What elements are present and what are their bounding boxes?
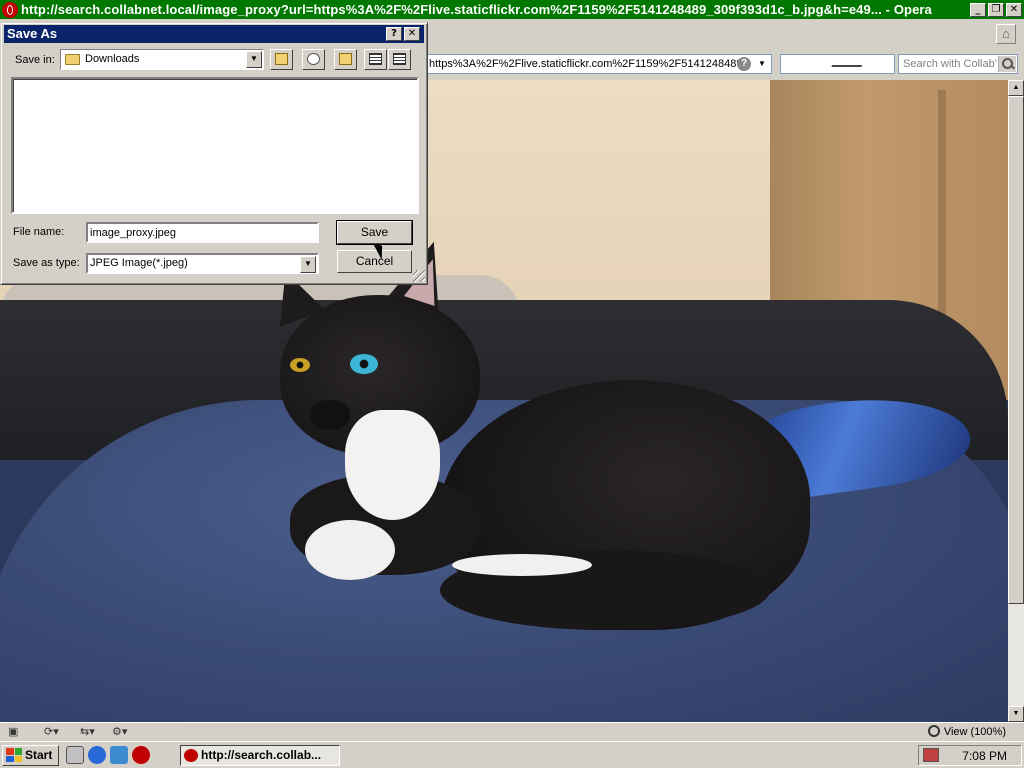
status-bar: ▣ ⟳▾ ⇆▾ ⚙▾ View (100%) (0, 722, 1024, 741)
file-list[interactable] (11, 77, 419, 214)
chevron-down-icon[interactable]: ▼ (246, 51, 262, 68)
window-caption-buttons: _ ❐ ✕ (970, 2, 1022, 17)
taskbar: Start http://search.collab... 7:08 PM (0, 741, 1024, 768)
search-input[interactable]: Search with Collab' (898, 54, 1018, 74)
search-icon[interactable] (998, 56, 1016, 72)
create-folder-button[interactable] (334, 49, 357, 70)
minimize-button[interactable]: _ (970, 2, 986, 17)
file-name-label: File name: (13, 226, 65, 238)
address-help-icon[interactable]: ? (737, 57, 751, 71)
windows-logo-icon (6, 748, 22, 762)
cat-eye-left (290, 358, 310, 372)
cat-chest (345, 410, 440, 520)
save-in-label: Save in: (15, 54, 55, 66)
address-text: https%3A%2F%2Flive.staticflickr.com%2F11… (429, 58, 743, 70)
zoom-icon[interactable] (928, 725, 940, 737)
help-button[interactable]: ? (386, 27, 402, 41)
share-icon[interactable]: ⇆▾ (80, 725, 95, 739)
search-placeholder: Search with Collab' (903, 58, 997, 70)
start-button[interactable]: Start (2, 745, 59, 766)
save-in-select[interactable]: Downloads ▼ (60, 49, 264, 70)
scroll-up-button[interactable]: ▲ (1008, 80, 1024, 96)
address-dropdown-icon[interactable]: ▼ (755, 57, 769, 71)
start-label: Start (25, 748, 53, 762)
close-button[interactable]: ✕ (1006, 2, 1022, 17)
dialog-title-bar[interactable]: Save As ? ✕ (4, 25, 424, 43)
cat-tail-white (452, 554, 592, 576)
clock[interactable]: 7:08 PM (962, 749, 1007, 763)
settings-icon[interactable]: ⚙▾ (112, 725, 127, 739)
taskbar-item-label: http://search.collab... (201, 748, 322, 762)
opera-logo-icon (2, 1, 18, 18)
reload-icon[interactable]: ⟳▾ (44, 725, 59, 739)
media-icon[interactable] (110, 746, 128, 764)
cat-eye-right (350, 354, 378, 374)
dialog-title: Save As (7, 26, 58, 41)
browser-window-title: http://search.collabnet.local/image_prox… (21, 2, 932, 17)
system-tray: 7:08 PM (918, 745, 1022, 766)
zoom-level[interactable]: View (100%) (944, 726, 1006, 738)
new-folder-button[interactable] (302, 49, 325, 70)
taskbar-item-opera[interactable]: http://search.collab... (180, 745, 340, 766)
save-as-type-value: JPEG Image(*.jpeg) (90, 257, 188, 269)
folder-icon (65, 54, 80, 65)
scroll-down-button[interactable]: ▼ (1008, 706, 1024, 722)
up-one-level-button[interactable] (270, 49, 293, 70)
save-in-value: Downloads (85, 53, 140, 65)
cancel-button[interactable]: Cancel (337, 250, 412, 273)
details-view-button[interactable] (388, 49, 411, 70)
save-button[interactable]: Save (336, 220, 413, 245)
address-field[interactable]: https%3A%2F%2Flive.staticflickr.com%2F11… (426, 54, 772, 74)
quick-launch (66, 746, 150, 764)
tray-network-icon[interactable] (923, 748, 939, 762)
browser-title-bar[interactable]: http://search.collabnet.local/image_prox… (0, 0, 1024, 19)
show-desktop-icon[interactable] (66, 746, 84, 764)
save-as-type-select[interactable]: JPEG Image(*.jpeg) ▼ (86, 253, 319, 274)
vertical-scrollbar[interactable]: ▲ ▼ (1008, 80, 1024, 722)
dialog-close-button[interactable]: ✕ (404, 27, 420, 41)
opera-task-icon (184, 749, 198, 762)
panel-toggle-icon[interactable]: ▣ (8, 725, 18, 739)
scroll-thumb[interactable] (1008, 96, 1024, 604)
opera-launch-icon[interactable] (132, 746, 150, 764)
cat-paw (305, 520, 395, 580)
cat-nose (310, 400, 350, 430)
restore-button[interactable]: ❐ (988, 2, 1004, 17)
save-as-type-label: Save as type: (13, 257, 80, 269)
type-chevron-down-icon[interactable]: ▼ (300, 256, 316, 273)
file-name-input[interactable] (86, 222, 319, 243)
resize-grip-icon[interactable] (413, 270, 425, 282)
list-view-button[interactable] (364, 49, 387, 70)
trash-icon[interactable]: ⌂ (996, 24, 1016, 44)
save-as-dialog: Save As ? ✕ Save in: Downloads ▼ File na… (0, 22, 428, 285)
page-thumbnail[interactable] (780, 54, 895, 74)
internet-explorer-icon[interactable] (88, 746, 106, 764)
